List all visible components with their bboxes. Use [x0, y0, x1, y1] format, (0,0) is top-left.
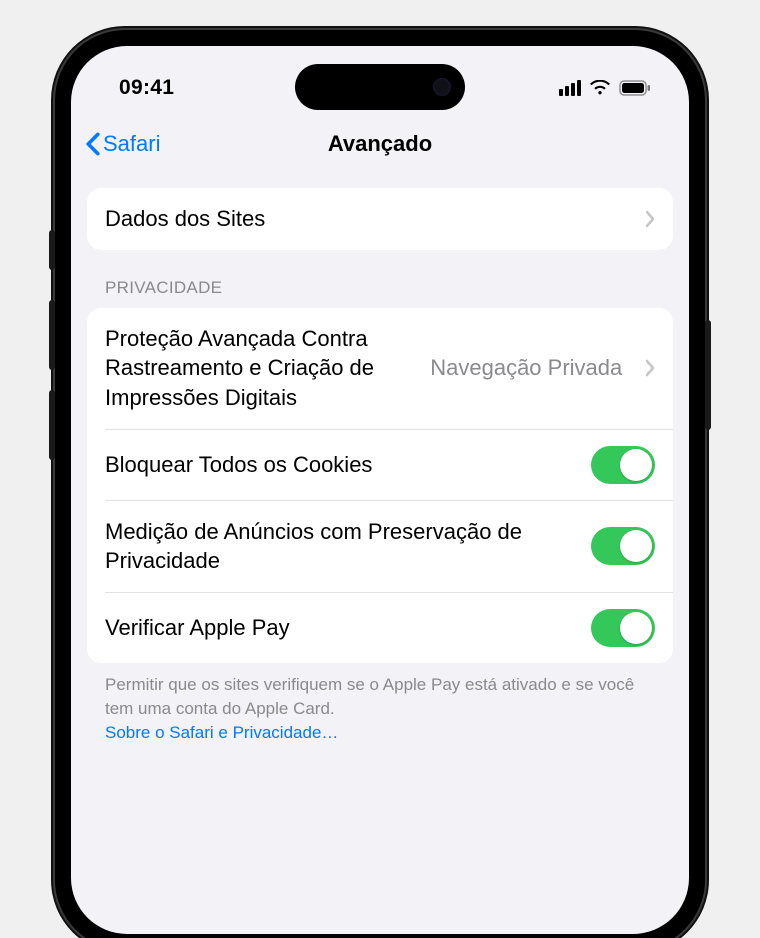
privacy-footer-link[interactable]: Sobre o Safari e Privacidade…	[105, 723, 338, 742]
nav-bar: Safari Avançado	[71, 116, 689, 172]
volume-up-button	[49, 300, 55, 370]
chevron-right-icon	[645, 359, 655, 377]
side-button	[49, 230, 55, 270]
dynamic-island	[295, 64, 465, 110]
tracking-protection-label: Proteção Avançada Contra Rastreamento e …	[105, 324, 408, 413]
cellular-signal-icon	[559, 80, 581, 96]
volume-down-button	[49, 390, 55, 460]
tracking-protection-value: Navegação Privada	[430, 353, 622, 383]
block-cookies-label: Bloquear Todos os Cookies	[105, 450, 579, 480]
website-data-label: Dados dos Sites	[105, 204, 633, 234]
block-cookies-row: Bloquear Todos os Cookies	[105, 429, 673, 500]
apple-pay-row: Verificar Apple Pay	[105, 592, 673, 663]
status-time: 09:41	[119, 76, 174, 100]
tracking-protection-row[interactable]: Proteção Avançada Contra Rastreamento e …	[87, 308, 673, 429]
battery-icon	[619, 80, 651, 96]
apple-pay-label: Verificar Apple Pay	[105, 613, 579, 643]
website-data-row[interactable]: Dados dos Sites	[87, 188, 673, 250]
phone-frame: 09:41 Safari	[55, 30, 705, 938]
screen: 09:41 Safari	[71, 46, 689, 934]
back-button[interactable]: Safari	[85, 131, 160, 157]
block-cookies-toggle[interactable]	[591, 446, 655, 484]
apple-pay-toggle[interactable]	[591, 609, 655, 647]
privacy-footer-text: Permitir que os sites verifiquem se o Ap…	[105, 675, 634, 718]
chevron-left-icon	[85, 132, 101, 156]
ad-measurement-toggle[interactable]	[591, 527, 655, 565]
ad-measurement-label: Medição de Anúncios com Preservação de P…	[105, 517, 579, 576]
privacy-header: Privacidade	[87, 278, 673, 308]
group-privacy: Privacidade Proteção Avançada Contra Ras…	[87, 278, 673, 745]
chevron-right-icon	[645, 210, 655, 228]
wifi-icon	[589, 80, 611, 96]
front-camera	[433, 78, 451, 96]
ad-measurement-row: Medição de Anúncios com Preservação de P…	[105, 500, 673, 592]
privacy-footer: Permitir que os sites verifiquem se o Ap…	[87, 663, 673, 744]
content: Dados dos Sites Privacidade Proteção Ava…	[71, 172, 689, 789]
back-label: Safari	[103, 131, 160, 157]
page-title: Avançado	[328, 131, 432, 157]
group-website-data: Dados dos Sites	[87, 188, 673, 250]
power-button	[705, 320, 711, 430]
